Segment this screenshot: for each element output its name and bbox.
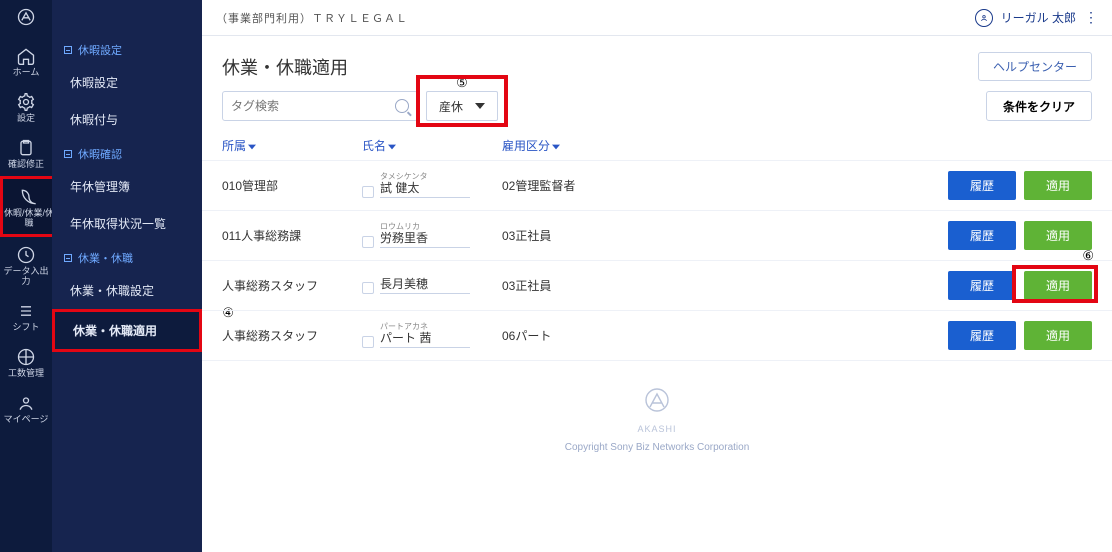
rail-shift[interactable]: シフト <box>0 293 52 339</box>
collapse-icon <box>64 150 72 158</box>
tag-search-input[interactable] <box>231 99 395 113</box>
collapse-icon <box>64 46 72 54</box>
footer-brand: AKASHI <box>202 424 1112 434</box>
brand-logo <box>0 4 52 30</box>
cell-emp: 06パート <box>502 327 948 344</box>
history-button[interactable]: 履歴 <box>948 171 1016 200</box>
table-header: 所属 氏名 雇用区分 <box>202 131 1112 161</box>
table-row: 人事総務スタッフ長月美穂03正社員履歴適用⑥ <box>202 261 1112 311</box>
row-checkbox[interactable] <box>362 336 374 348</box>
user-menu[interactable]: リーガル 太郎 ⋮ <box>975 9 1098 27</box>
user-name: リーガル 太郎 <box>1001 9 1076 26</box>
footer-logo <box>202 387 1112 424</box>
page-title: 休業・休職適用 <box>222 54 348 80</box>
side-nav: 休暇設定 休暇設定 休暇付与 休暇確認 年休管理簿 年休取得状況一覧 休業・休職… <box>52 0 202 552</box>
cell-name: ロウムリカ労務里香 <box>362 223 502 247</box>
rail-settings[interactable]: 設定 <box>0 84 52 130</box>
rail-confirm[interactable]: 確認修正 <box>0 130 52 176</box>
group-leave[interactable]: 休業・休職 <box>52 242 202 272</box>
tag-search[interactable] <box>222 91 418 121</box>
rail-leave[interactable]: 休暇/休業/休職 <box>3 179 55 235</box>
side-vac-settings[interactable]: 休暇設定 <box>52 64 202 101</box>
employee-name: パート 茜 <box>380 331 470 345</box>
group-vacation-settings[interactable]: 休暇設定 <box>52 34 202 64</box>
side-leave-settings[interactable]: 休業・休職設定 <box>52 272 202 309</box>
footer: AKASHI Copyright Sony Biz Networks Corpo… <box>202 361 1112 463</box>
group-vacation-confirm[interactable]: 休暇確認 <box>52 138 202 168</box>
main: （事業部門利用）ＴＲＹＬＥＧＡＬ リーガル 太郎 ⋮ 休業・休職適用 ヘルプセン… <box>202 0 1112 552</box>
copyright: Copyright Sony Biz Networks Corporation <box>202 442 1112 453</box>
col-emp[interactable]: 雇用区分 <box>502 137 912 154</box>
kebab-icon[interactable]: ⋮ <box>1084 9 1098 26</box>
apply-button[interactable]: 適用 <box>1024 221 1092 250</box>
sort-icon <box>248 139 256 153</box>
side-annual-ledger[interactable]: 年休管理簿 <box>52 168 202 205</box>
apply-button[interactable]: 適用 <box>1024 171 1092 200</box>
rail-leave-highlight: 休暇/休業/休職 <box>0 176 52 238</box>
rail-mypage[interactable]: マイページ <box>0 385 52 431</box>
col-dept[interactable]: 所属 <box>222 137 362 154</box>
step6-marker: ⑥ <box>1082 248 1094 264</box>
apply-button[interactable]: 適用 <box>1024 321 1092 350</box>
rail-kousu[interactable]: 工数管理 <box>0 339 52 385</box>
side-vac-grant[interactable]: 休暇付与 <box>52 101 202 138</box>
sort-icon <box>552 139 560 153</box>
rail-home[interactable]: ホーム <box>0 38 52 84</box>
help-center-button[interactable]: ヘルプセンター <box>978 52 1092 81</box>
icon-rail: ホーム 設定 確認修正 休暇/休業/休職 データ入出力 シフト 工数管理 <box>0 0 52 552</box>
org-name: （事業部門利用）ＴＲＹＬＥＧＡＬ <box>216 10 408 26</box>
collapse-icon <box>64 254 72 262</box>
employee-name: 試 健太 <box>380 181 470 195</box>
history-button[interactable]: 履歴 <box>948 271 1016 300</box>
cell-name: タメシケンタ試 健太 <box>362 173 502 197</box>
history-button[interactable]: 履歴 <box>948 321 1016 350</box>
furigana: パートアカネ <box>380 323 470 331</box>
cell-emp: 03正社員 <box>502 277 948 294</box>
avatar-icon <box>975 9 993 27</box>
cell-name: パートアカネパート 茜 <box>362 323 502 347</box>
chevron-down-icon <box>475 103 485 109</box>
leave-type-dropdown[interactable]: 産休 <box>426 91 498 121</box>
cell-emp: 03正社員 <box>502 227 948 244</box>
table-row: 010管理部タメシケンタ試 健太02管理監督者履歴適用 <box>202 161 1112 211</box>
clear-filters-button[interactable]: 条件をクリア <box>986 91 1092 121</box>
cell-dept: 011人事総務課 <box>222 227 362 244</box>
row-checkbox[interactable] <box>362 236 374 248</box>
apply-button[interactable]: 適用 <box>1024 271 1092 300</box>
furigana: ロウムリカ <box>380 223 470 231</box>
cell-dept: 010管理部 <box>222 177 362 194</box>
cell-emp: 02管理監督者 <box>502 177 948 194</box>
side-leave-apply[interactable]: 休業・休職適用 <box>52 309 202 352</box>
employee-name: 長月美穂 <box>380 277 470 291</box>
side-annual-status[interactable]: 年休取得状況一覧 <box>52 205 202 242</box>
cell-name: 長月美穂 <box>362 277 502 293</box>
table-row: 011人事総務課ロウムリカ労務里香03正社員履歴適用 <box>202 211 1112 261</box>
search-icon <box>395 99 409 113</box>
employee-name: 労務里香 <box>380 231 470 245</box>
table-row: 人事総務スタッフパートアカネパート 茜06パート履歴適用 <box>202 311 1112 361</box>
cell-dept: 人事総務スタッフ <box>222 277 362 294</box>
history-button[interactable]: 履歴 <box>948 221 1016 250</box>
sort-icon <box>388 139 396 153</box>
rail-data-io[interactable]: データ入出力 <box>0 237 52 293</box>
row-checkbox[interactable] <box>362 186 374 198</box>
topbar: （事業部門利用）ＴＲＹＬＥＧＡＬ リーガル 太郎 ⋮ <box>202 0 1112 36</box>
row-checkbox[interactable] <box>362 282 374 294</box>
step5-marker: ⑤ <box>456 75 468 91</box>
col-name[interactable]: 氏名 <box>362 137 502 154</box>
cell-dept: 人事総務スタッフ <box>222 327 362 344</box>
